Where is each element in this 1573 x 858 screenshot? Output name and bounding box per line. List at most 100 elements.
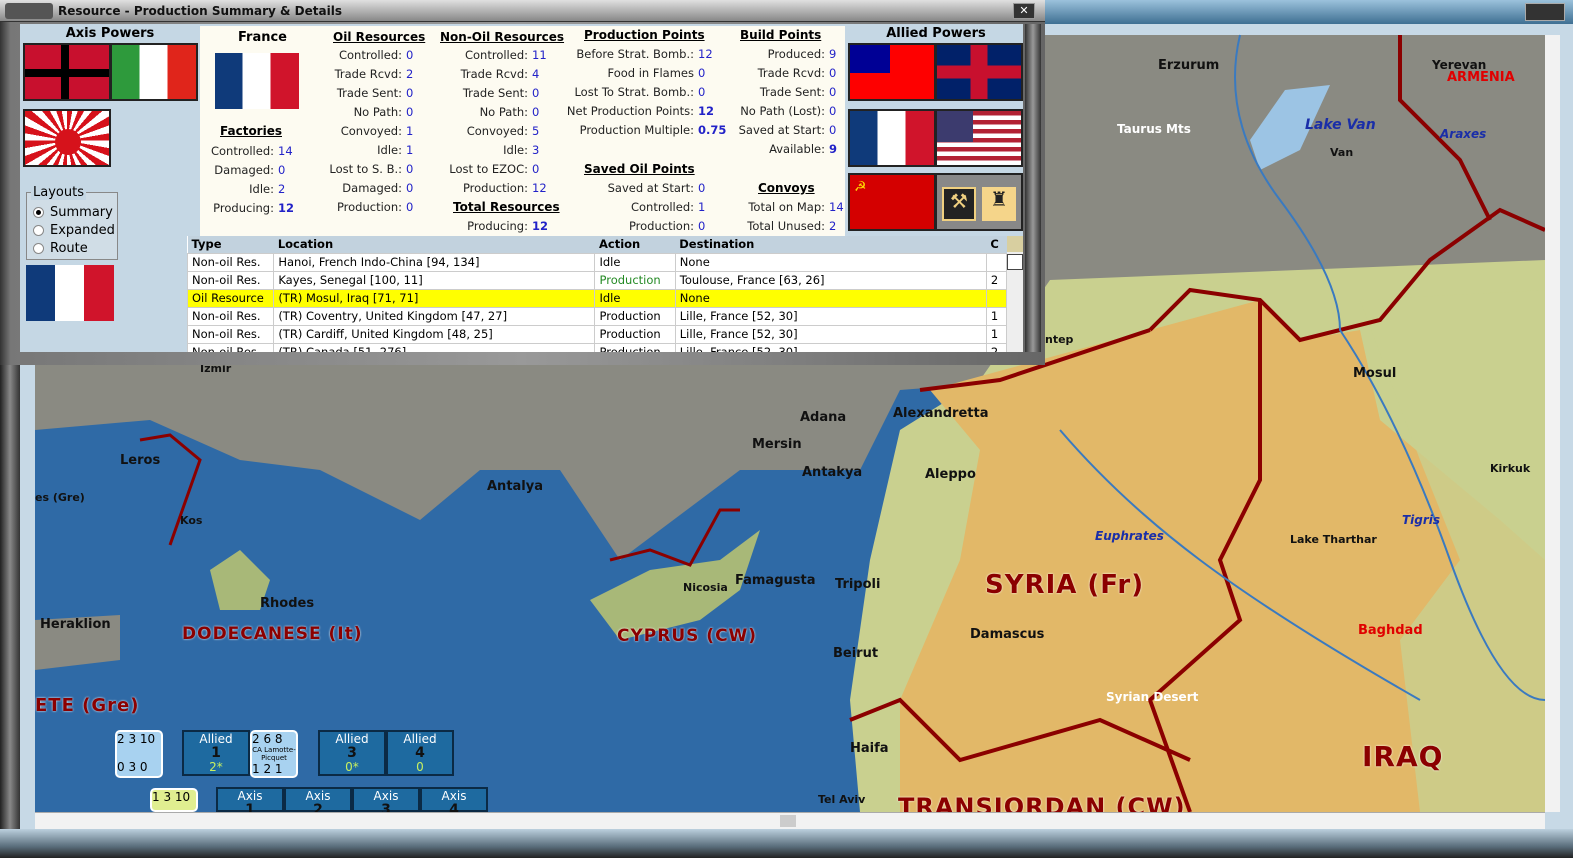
table-row[interactable]: Non-oil Res. Kayes, Senegal [100, 11] Prod…: [187, 270, 1007, 290]
table-cell: 2: [985, 270, 1007, 290]
column-header-destination[interactable]: Destination: [675, 236, 987, 253]
oil-icon[interactable]: ♜: [982, 187, 1016, 221]
map-label[interactable]: Baghdad: [1358, 623, 1423, 638]
table-row[interactable]: Non-oil Res. Hanoi, French Indo-China [94…: [187, 252, 1007, 272]
stat-label: Trade Rcvd:: [334, 67, 402, 81]
map-label[interactable]: Tripoli: [835, 577, 880, 592]
map-label[interactable]: Mersin: [752, 437, 802, 452]
radio-dot[interactable]: [33, 207, 44, 218]
system-menu-button[interactable]: [5, 3, 53, 19]
table-row[interactable]: Non-oil Res. (TR) Coventry, United Kingdo…: [187, 306, 1007, 326]
map-label[interactable]: CYPRUS (CW): [617, 626, 757, 646]
column-header-action[interactable]: Action: [594, 236, 676, 253]
oil-stat-row: Controlled: 0: [339, 48, 420, 62]
map-label[interactable]: Nicosia: [683, 581, 728, 594]
radio-dot[interactable]: [33, 243, 44, 254]
radio-expanded[interactable]: Expanded: [33, 223, 115, 238]
column-header-location[interactable]: Location: [273, 236, 595, 253]
title-bar[interactable]: Resource - Production Summary & Details …: [0, 0, 1045, 22]
map-label[interactable]: es (Gre): [35, 491, 85, 504]
germany-flag[interactable]: [23, 43, 111, 101]
window-controls[interactable]: [1525, 3, 1565, 21]
map-label[interactable]: Leros: [120, 453, 160, 468]
box-counter-axis[interactable]: Axis 2: [284, 787, 352, 817]
scroll-thumb[interactable]: [780, 815, 796, 827]
japan-flag[interactable]: [23, 109, 111, 167]
stat-label: Controlled:: [464, 48, 528, 62]
map-label[interactable]: Kirkuk: [1490, 462, 1530, 475]
map-label[interactable]: Euphrates: [1095, 529, 1164, 543]
map-label[interactable]: Damascus: [970, 627, 1044, 642]
dialog-resize-bar[interactable]: [1025, 24, 1041, 352]
box-counter-allied[interactable]: Allied 1 2*: [182, 730, 250, 776]
map-label[interactable]: ETE (Gre): [35, 695, 139, 716]
map-label[interactable]: Tel Aviv: [818, 793, 865, 806]
scroll-up-button[interactable]: [1007, 236, 1023, 252]
table-cell: Production: [594, 342, 676, 352]
box-counter-allied[interactable]: Allied 4 0: [386, 730, 454, 776]
nonoil-stat-row: No Path: 0: [480, 105, 550, 119]
box-counter-axis[interactable]: Axis 4: [420, 787, 488, 817]
china-flag[interactable]: [848, 43, 936, 101]
italy-flag[interactable]: [110, 43, 198, 101]
table-cell: [985, 252, 1007, 272]
table-cell: Production: [594, 324, 676, 344]
box-counter-axis[interactable]: Axis 1: [216, 787, 284, 817]
table-scrollbar[interactable]: [1007, 236, 1023, 352]
scroll-thumb[interactable]: [1007, 254, 1023, 270]
map-label[interactable]: Lake Tharthar: [1290, 533, 1377, 546]
map-label[interactable]: Taurus Mts: [1117, 122, 1191, 136]
map-label[interactable]: Beirut: [833, 646, 878, 661]
oil-heading: Oil Resources: [333, 30, 426, 44]
map-label[interactable]: Kos: [180, 514, 202, 527]
ussr-flag[interactable]: ☭: [848, 173, 936, 231]
naval-unit-counter[interactable]: 2 6 8 CA Lamotte-Picquet 1 2 1: [250, 730, 298, 778]
naval-unit-counter[interactable]: 2 3 10 0 3 0: [115, 730, 163, 778]
map-label[interactable]: Lake Van: [1305, 117, 1376, 133]
uk-flag[interactable]: [935, 43, 1023, 101]
column-header-c[interactable]: C: [986, 236, 1007, 253]
map-label[interactable]: Tigris: [1402, 513, 1440, 527]
resource-icon[interactable]: ⚒: [942, 187, 976, 221]
table-row[interactable]: Oil Resource (TR) Mosul, Iraq [71, 71] Idl…: [187, 288, 1007, 308]
counter-number: 3: [347, 745, 357, 761]
map-label[interactable]: IRAQ: [1362, 740, 1443, 773]
box-counter-allied[interactable]: Allied 3 0*: [318, 730, 386, 776]
map-label[interactable]: Van: [1330, 146, 1353, 159]
naval-unit-counter[interactable]: 1 3 10: [150, 788, 198, 812]
table-row[interactable]: Non-oil Res. (TR) Cardiff, United Kingdom…: [187, 324, 1007, 344]
map-label[interactable]: Antakya: [802, 465, 862, 480]
usa-flag[interactable]: [935, 109, 1023, 167]
stat-label: Production Multiple:: [579, 123, 694, 137]
map-label[interactable]: Erzurum: [1158, 58, 1219, 73]
radio-summary[interactable]: Summary: [33, 205, 113, 220]
map-label[interactable]: Mosul: [1353, 366, 1396, 381]
map-label[interactable]: Syrian Desert: [1106, 690, 1198, 704]
map-label[interactable]: Antalya: [487, 479, 543, 494]
stat-value: 1: [698, 200, 706, 214]
map-vertical-scrollbar[interactable]: [1545, 35, 1560, 812]
radio-dot[interactable]: [33, 225, 44, 236]
map-horizontal-scrollbar[interactable]: [35, 812, 1545, 829]
map-label[interactable]: ntep: [1045, 333, 1073, 346]
box-counter-axis[interactable]: Axis 3: [352, 787, 420, 817]
radio-route[interactable]: Route: [33, 241, 88, 256]
map-label[interactable]: SYRIA (Fr): [985, 570, 1144, 600]
map-label[interactable]: DODECANESE (It): [182, 624, 363, 644]
map-label[interactable]: ARMENIA: [1447, 70, 1515, 85]
table-cell: Production: [594, 306, 676, 326]
table-row[interactable]: Non-oil Res. (TR) Canada [51, 276] Product…: [187, 342, 1007, 352]
map-label[interactable]: Aleppo: [925, 467, 976, 482]
map-label[interactable]: Araxes: [1440, 127, 1486, 141]
table-cell: Hanoi, French Indo-China [94, 134]: [273, 252, 596, 272]
france-flag[interactable]: [848, 109, 936, 167]
map-label[interactable]: Alexandretta: [893, 406, 988, 421]
map-label[interactable]: Adana: [800, 410, 846, 425]
map-label[interactable]: Haifa: [850, 741, 889, 756]
map-label[interactable]: Rhodes: [260, 596, 314, 611]
layouts-label: Layouts: [31, 185, 86, 200]
column-header-type[interactable]: Type: [187, 236, 274, 253]
close-button[interactable]: ✕: [1013, 3, 1035, 19]
map-label[interactable]: Heraklion: [40, 617, 111, 632]
map-label[interactable]: Famagusta: [735, 573, 816, 588]
